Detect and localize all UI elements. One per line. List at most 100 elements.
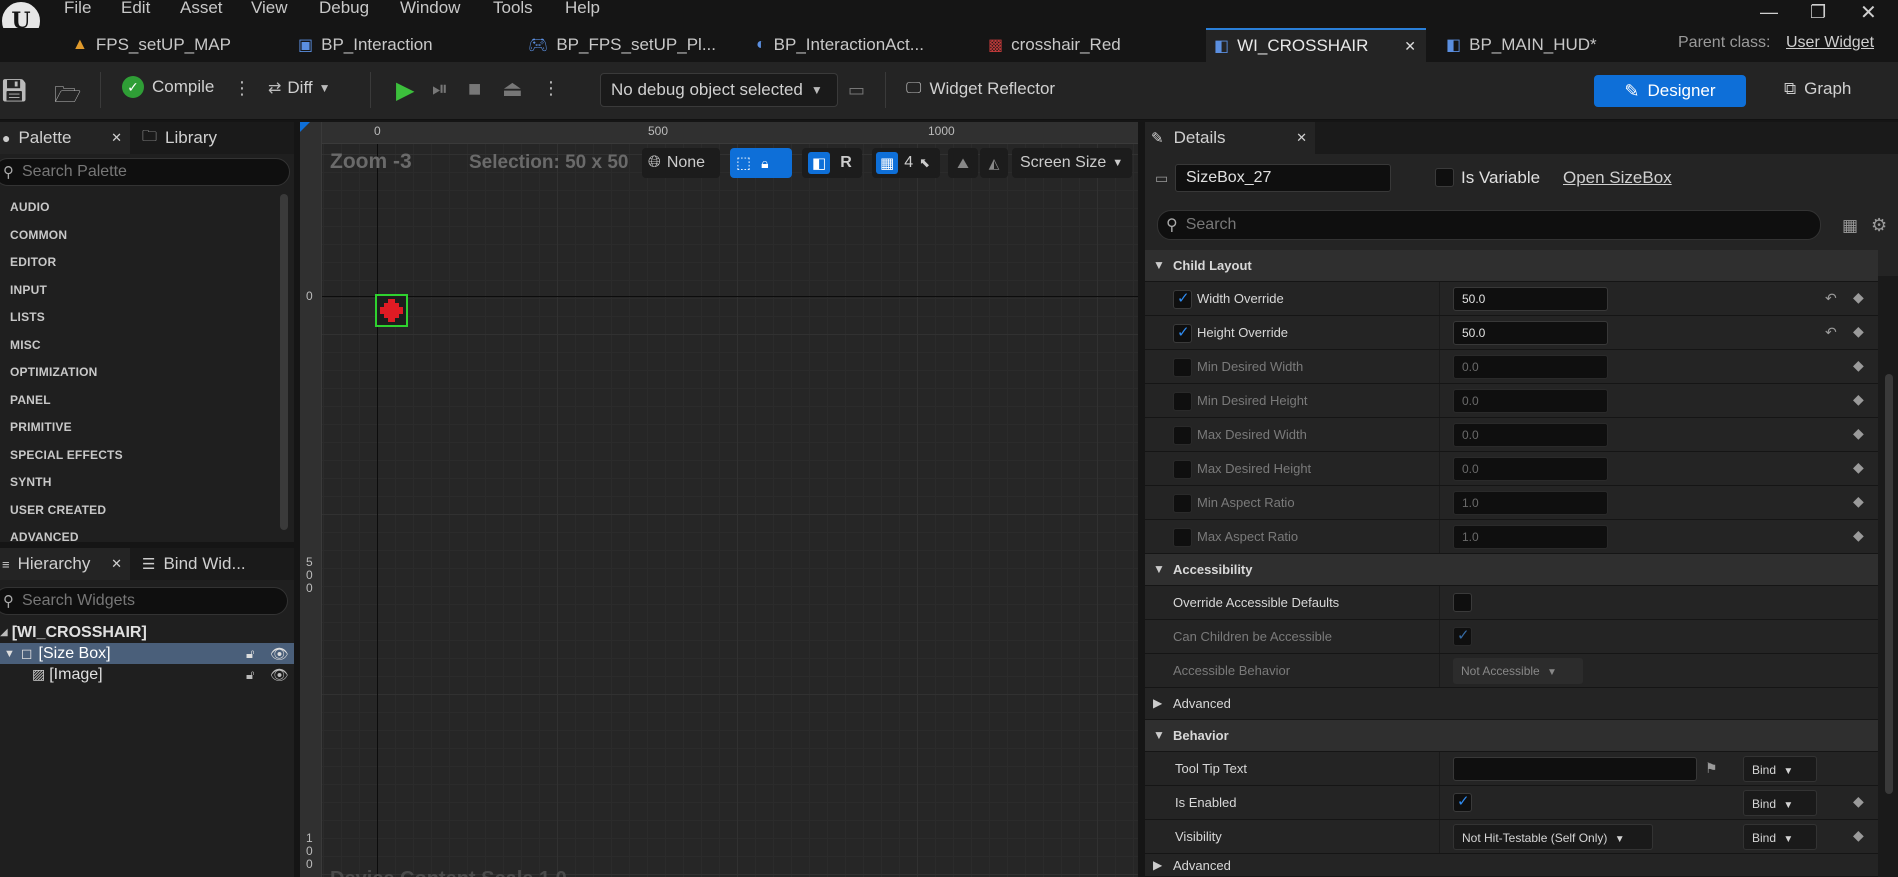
min-desired-width-input[interactable]: 0.0 [1453, 355, 1608, 379]
min-aspect-ratio-checkbox[interactable] [1173, 494, 1192, 513]
mirror-toggle[interactable]: ◭ [980, 148, 1008, 178]
hierarchy-item-image[interactable]: ▨ [Image] 🔓︎ 👁︎ [0, 664, 294, 685]
tab-hierarchy[interactable]: ≡ Hierarchy ✕ [0, 548, 130, 580]
keyframe-icon[interactable]: ◆ [1853, 289, 1864, 306]
hierarchy-search-input[interactable]: ⚲ Search Widgets [0, 587, 288, 615]
palette-category[interactable]: MISC [10, 338, 41, 352]
palette-category[interactable]: OPTIMIZATION [10, 365, 98, 379]
height-override-input[interactable]: 50.0 [1453, 321, 1608, 345]
palette-category[interactable]: SYNTH [10, 475, 52, 489]
step-icon[interactable]: ⏯ [432, 78, 448, 101]
play-options-icon[interactable]: ⋮ [542, 78, 560, 99]
children-accessible-checkbox[interactable] [1453, 626, 1472, 646]
reset-icon[interactable]: ↶ [1825, 324, 1837, 341]
visibility-bind-button[interactable]: Bind ▼ [1743, 824, 1817, 850]
menu-window[interactable]: Window [400, 0, 460, 18]
palette-category[interactable]: SPECIAL EFFECTS [10, 448, 123, 462]
menu-view[interactable]: View [251, 0, 288, 18]
width-override-input[interactable]: 50.0 [1453, 287, 1608, 311]
menu-edit[interactable]: Edit [121, 0, 150, 18]
graph-mode-button[interactable]: ⧉ Graph [1784, 79, 1851, 99]
keyframe-icon[interactable]: ◆ [1853, 323, 1864, 340]
keyframe-icon[interactable]: ◆ [1853, 425, 1864, 442]
hierarchy-item-size-box[interactable]: ▼ ◻ [Size Box] 🔓︎ 👁︎ [0, 643, 294, 664]
tooltip-bind-button[interactable]: Bind ▼ [1743, 756, 1817, 782]
keyframe-icon[interactable]: ◆ [1853, 357, 1864, 374]
screen-size-dropdown[interactable]: Screen Size ▼ [1012, 148, 1132, 178]
palette-category[interactable]: COMMON [10, 228, 67, 242]
debug-object-dropdown[interactable]: No debug object selected ▼ [600, 73, 838, 107]
palette-search-input[interactable]: ⚲ Search Palette [0, 158, 290, 186]
menu-file[interactable]: File [64, 0, 91, 18]
width-override-checkbox[interactable] [1173, 289, 1192, 309]
tab-details[interactable]: ✎ Details ✕ [1145, 122, 1315, 154]
eject-icon[interactable]: ⏏ [502, 76, 523, 102]
palette-category[interactable]: PRIMITIVE [10, 420, 72, 434]
close-tab-icon[interactable]: ✕ [1404, 38, 1416, 55]
gear-icon[interactable]: ⚙ [1871, 215, 1887, 236]
play-icon[interactable]: ▶ [396, 76, 414, 105]
max-desired-width-input[interactable]: 0.0 [1453, 423, 1608, 447]
section-advanced-accessibility[interactable]: ▶ Advanced [1145, 688, 1878, 720]
min-desired-height-checkbox[interactable] [1173, 392, 1192, 411]
section-child-layout[interactable]: ▼ Child Layout [1145, 250, 1878, 282]
visibility-dropdown[interactable]: Not Hit-Testable (Self Only) ▼ [1453, 824, 1653, 850]
max-aspect-ratio-checkbox[interactable] [1173, 528, 1192, 547]
browse-icon[interactable]: 🗁 [54, 78, 81, 116]
debug-filter-icon[interactable]: ▭ [848, 80, 865, 101]
tab-library[interactable]: 🗀 Library [142, 122, 272, 154]
minimize-icon[interactable]: — [1760, 2, 1778, 23]
unlock-icon[interactable]: 🔓︎ [246, 667, 254, 683]
palette-category[interactable]: INPUT [10, 283, 47, 297]
max-desired-width-checkbox[interactable] [1173, 426, 1192, 445]
min-aspect-ratio-input[interactable]: 1.0 [1453, 491, 1608, 515]
save-icon[interactable]: 💾︎ [0, 78, 28, 104]
eye-icon[interactable]: 👁︎ [270, 645, 289, 663]
grid-snap-button[interactable]: ▦ 4 ⬉ [872, 148, 940, 178]
tooltip-text-input[interactable] [1453, 757, 1697, 781]
menu-asset[interactable]: Asset [180, 0, 223, 18]
height-override-checkbox[interactable] [1173, 323, 1192, 343]
is-variable-checkbox[interactable] [1435, 168, 1454, 187]
keyframe-icon[interactable]: ◆ [1853, 827, 1864, 844]
section-accessibility[interactable]: ▼ Accessibility [1145, 554, 1878, 586]
diff-button[interactable]: ⇄ Diff ▼ [268, 78, 331, 98]
min-desired-height-input[interactable]: 0.0 [1453, 389, 1608, 413]
table-view-icon[interactable]: ▦ [1842, 216, 1858, 236]
palette-category[interactable]: AUDIO [10, 200, 50, 214]
tab-bind-widgets[interactable]: ☰ Bind Wid... [142, 548, 292, 580]
outline-toggle[interactable]: ◧ R [802, 148, 862, 178]
tab-bp-main-hud[interactable]: ◧ BP_MAIN_HUD* [1446, 28, 1626, 62]
accessible-behavior-dropdown[interactable]: Not Accessible ▼ [1453, 658, 1583, 684]
menu-debug[interactable]: Debug [319, 0, 369, 18]
keyframe-icon[interactable]: ◆ [1853, 527, 1864, 544]
restore-icon[interactable]: ❐ [1810, 2, 1826, 23]
compile-button[interactable]: ✓ Compile [122, 76, 214, 98]
keyframe-icon[interactable]: ◆ [1853, 391, 1864, 408]
is-enabled-checkbox[interactable] [1453, 792, 1472, 812]
hierarchy-root[interactable]: ◢ [WI_CROSSHAIR] [0, 622, 294, 643]
palette-category[interactable]: LISTS [10, 310, 45, 324]
details-search-input[interactable]: ⚲ Search [1157, 210, 1821, 240]
keyframe-icon[interactable]: ◆ [1853, 459, 1864, 476]
palette-category[interactable]: EDITOR [10, 255, 56, 269]
designer-viewport[interactable]: 0 500 1000 0 5 0 0 1 0 0 Zoom -3 Selecti… [300, 122, 1138, 877]
eye-icon[interactable]: 👁︎ [270, 666, 289, 684]
keyframe-icon[interactable]: ◆ [1853, 793, 1864, 810]
override-accessible-checkbox[interactable] [1453, 593, 1472, 612]
palette-category[interactable]: ADVANCED [10, 530, 79, 544]
min-desired-width-checkbox[interactable] [1173, 358, 1192, 377]
tab-bp-interaction[interactable]: ▣ BP_Interaction [298, 28, 498, 62]
section-advanced-behavior[interactable]: ▶ Advanced [1145, 854, 1878, 877]
designer-mode-button[interactable]: ✎ Designer [1594, 75, 1746, 107]
menu-tools[interactable]: Tools [493, 0, 533, 18]
background-toggle[interactable]: ⛰︎ [948, 148, 978, 178]
tab-wi-crosshair[interactable]: ◧ WI_CROSSHAIR ✕ [1206, 28, 1426, 62]
parent-class-link[interactable]: User Widget [1786, 34, 1874, 52]
close-panel-icon[interactable]: ✕ [111, 130, 122, 146]
close-panel-icon[interactable]: ✕ [111, 556, 122, 572]
open-sizebox-link[interactable]: Open SizeBox [1563, 168, 1672, 188]
widget-reflector-button[interactable]: 🖵 Widget Reflector [906, 79, 1055, 99]
enabled-bind-button[interactable]: Bind ▼ [1743, 790, 1817, 816]
size-box-widget[interactable] [375, 294, 408, 327]
